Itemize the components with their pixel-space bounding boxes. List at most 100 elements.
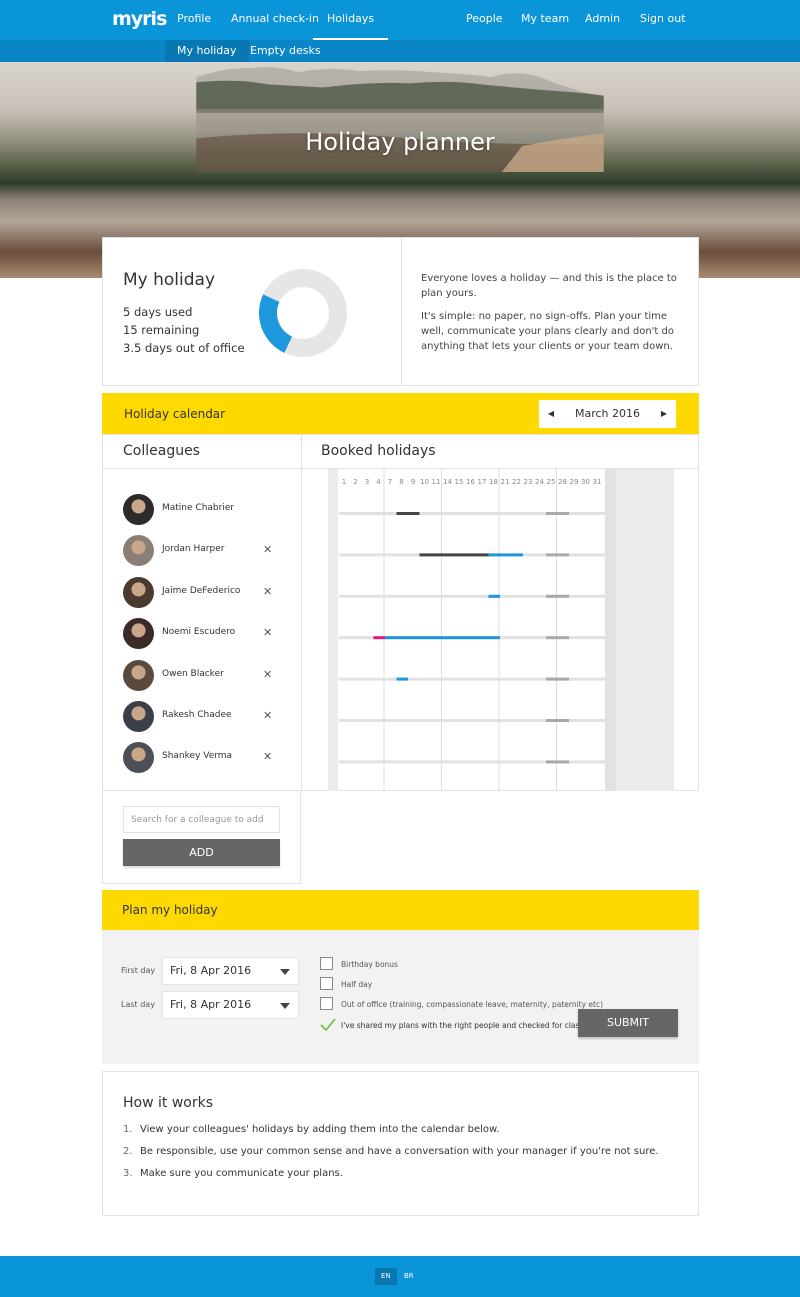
day-label: 14 [443,478,452,486]
day-label: 28 [558,478,567,486]
day-label: 17 [478,478,487,486]
first-day-select[interactable]: Fri, 8 Apr 2016 [162,957,299,985]
colleague-name: Owen Blacker [162,668,224,679]
my-holiday-title: My holiday [123,270,216,290]
how-it-works-card: How it works 1. View your colleagues' hol… [102,1071,699,1216]
close-icon[interactable]: ✕ [263,543,272,556]
out-of-office-checkbox[interactable] [320,997,333,1010]
how-it-works-title: How it works [123,1095,213,1111]
bank-holiday-bar [546,553,569,557]
plan-holiday-title: Plan my holiday [122,903,218,917]
intro-text-1: Everyone loves a holiday — and this is t… [421,273,677,299]
days-remaining: 15 remaining [123,323,200,337]
booked-holidays-title: Booked holidays [321,443,436,459]
how-item: 1. View your colleagues' holidays by addi… [123,1124,500,1135]
nav-annual-check-in[interactable]: Annual check-in [231,0,319,40]
checkmark-icon[interactable] [320,1018,336,1032]
month-label: March 2016 [574,407,641,420]
days-used: 5 days used [123,305,193,319]
bank-holiday-bar [546,677,569,681]
birthday-bonus-checkbox[interactable] [320,957,333,970]
subnav-my-holiday[interactable]: My holiday [165,40,249,62]
day-label: 18 [489,478,498,486]
sub-nav: My holiday Empty desks [0,40,800,62]
day-label: 7 [388,478,392,486]
add-colleague-panel: ADD [102,790,301,884]
last-day-select[interactable]: Fri, 8 Apr 2016 [162,991,299,1019]
holiday-bar[interactable] [396,677,409,681]
nav-profile[interactable]: Profile [177,0,211,40]
day-label: 23 [524,478,533,486]
colleague-name: Jordan Harper [162,544,225,555]
nav-my-team[interactable]: My team [521,0,569,40]
footer: EN BR [0,1256,800,1297]
colleague-row: Noemi Escudero ✕ [123,618,283,650]
day-label: 2 [353,478,357,486]
half-day-label: Half day [341,980,373,989]
caret-left-icon[interactable]: ◀ [539,400,563,428]
confirm-label: I've shared my plans with the right peop… [341,1021,593,1030]
add-button[interactable]: ADD [123,839,280,866]
submit-button[interactable]: SUBMIT [578,1009,678,1037]
chevron-down-icon [280,1003,290,1009]
chevron-down-icon [280,969,290,975]
day-label: 21 [501,478,510,486]
colleague-name: Matine Chabrier [162,503,235,513]
avatar [123,576,154,608]
colleague-name: Noemi Escudero [162,627,236,638]
avatar [123,701,154,732]
colleague-row: Rakesh Chadee ✕ [123,701,283,733]
close-icon[interactable]: ✕ [263,668,272,681]
avatar [123,618,154,650]
day-label: 3 [365,478,369,486]
day-label: 29 [570,478,579,486]
close-icon[interactable]: ✕ [263,626,272,639]
colleagues-title: Colleagues [123,443,200,459]
nav-admin[interactable]: Admin [585,0,620,40]
plan-holiday-bar: Plan my holiday [102,890,699,930]
colleague-search-input[interactable] [123,806,280,833]
bank-holiday-bar [546,760,569,764]
bank-holiday-bar [546,719,569,722]
days-out-of-office: 3.5 days out of office [123,341,245,355]
day-label: 1 [342,478,346,486]
holiday-bar[interactable] [385,636,500,640]
day-label: 31 [593,478,602,486]
day-label: 9 [411,478,415,486]
holiday-bar[interactable] [419,553,489,557]
holiday-bar[interactable] [488,553,524,557]
half-day-checkbox[interactable] [320,977,333,990]
caret-right-icon[interactable]: ▶ [652,400,676,428]
language-en[interactable]: EN [375,1268,397,1285]
first-day-value: Fri, 8 Apr 2016 [170,964,252,977]
language-br[interactable]: BR [398,1268,420,1285]
close-icon[interactable]: ✕ [263,585,272,598]
close-icon[interactable]: ✕ [263,709,272,722]
how-item: 3. Make sure you communicate your plans. [123,1168,343,1179]
out-of-office-label: Out of office (training, compassionate l… [341,1000,604,1009]
close-icon[interactable]: ✕ [263,750,272,763]
nav-sign-out[interactable]: Sign out [640,0,686,40]
day-label: 4 [376,478,381,486]
holiday-calendar-title: Holiday calendar [124,407,226,421]
colleague-name: Rakesh Chadee [162,710,232,720]
nav-holidays[interactable]: Holidays [312,0,389,40]
last-day-value: Fri, 8 Apr 2016 [170,998,252,1011]
day-label: 25 [547,478,556,486]
bank-holiday-bar [546,594,569,598]
colleague-row: Shankey Verma ✕ [123,742,283,774]
subnav-empty-desks[interactable]: Empty desks [238,40,333,62]
day-label: 8 [399,478,403,486]
holiday-bar[interactable] [373,636,386,640]
holiday-bar[interactable] [488,594,501,598]
booked-holidays-grid: 1 2 3 4 7 8 9 10 11 14 15 16 17 18 21 22 23 24 25 28 29 30 31 [328,469,674,791]
colleague-name: Shankey Verma [162,751,233,762]
myris-logo[interactable]: myris [112,8,167,30]
how-item: 2. Be responsible, use your common sense … [123,1146,659,1157]
holiday-bar[interactable] [396,512,420,515]
intro-text-2: It's simple: no paper, no sign-offs. Pla… [421,311,674,352]
nav-people[interactable]: People [466,0,503,40]
avatar [123,659,154,691]
day-label: 16 [466,478,475,486]
birthday-bonus-label: Birthday bonus [341,960,398,969]
